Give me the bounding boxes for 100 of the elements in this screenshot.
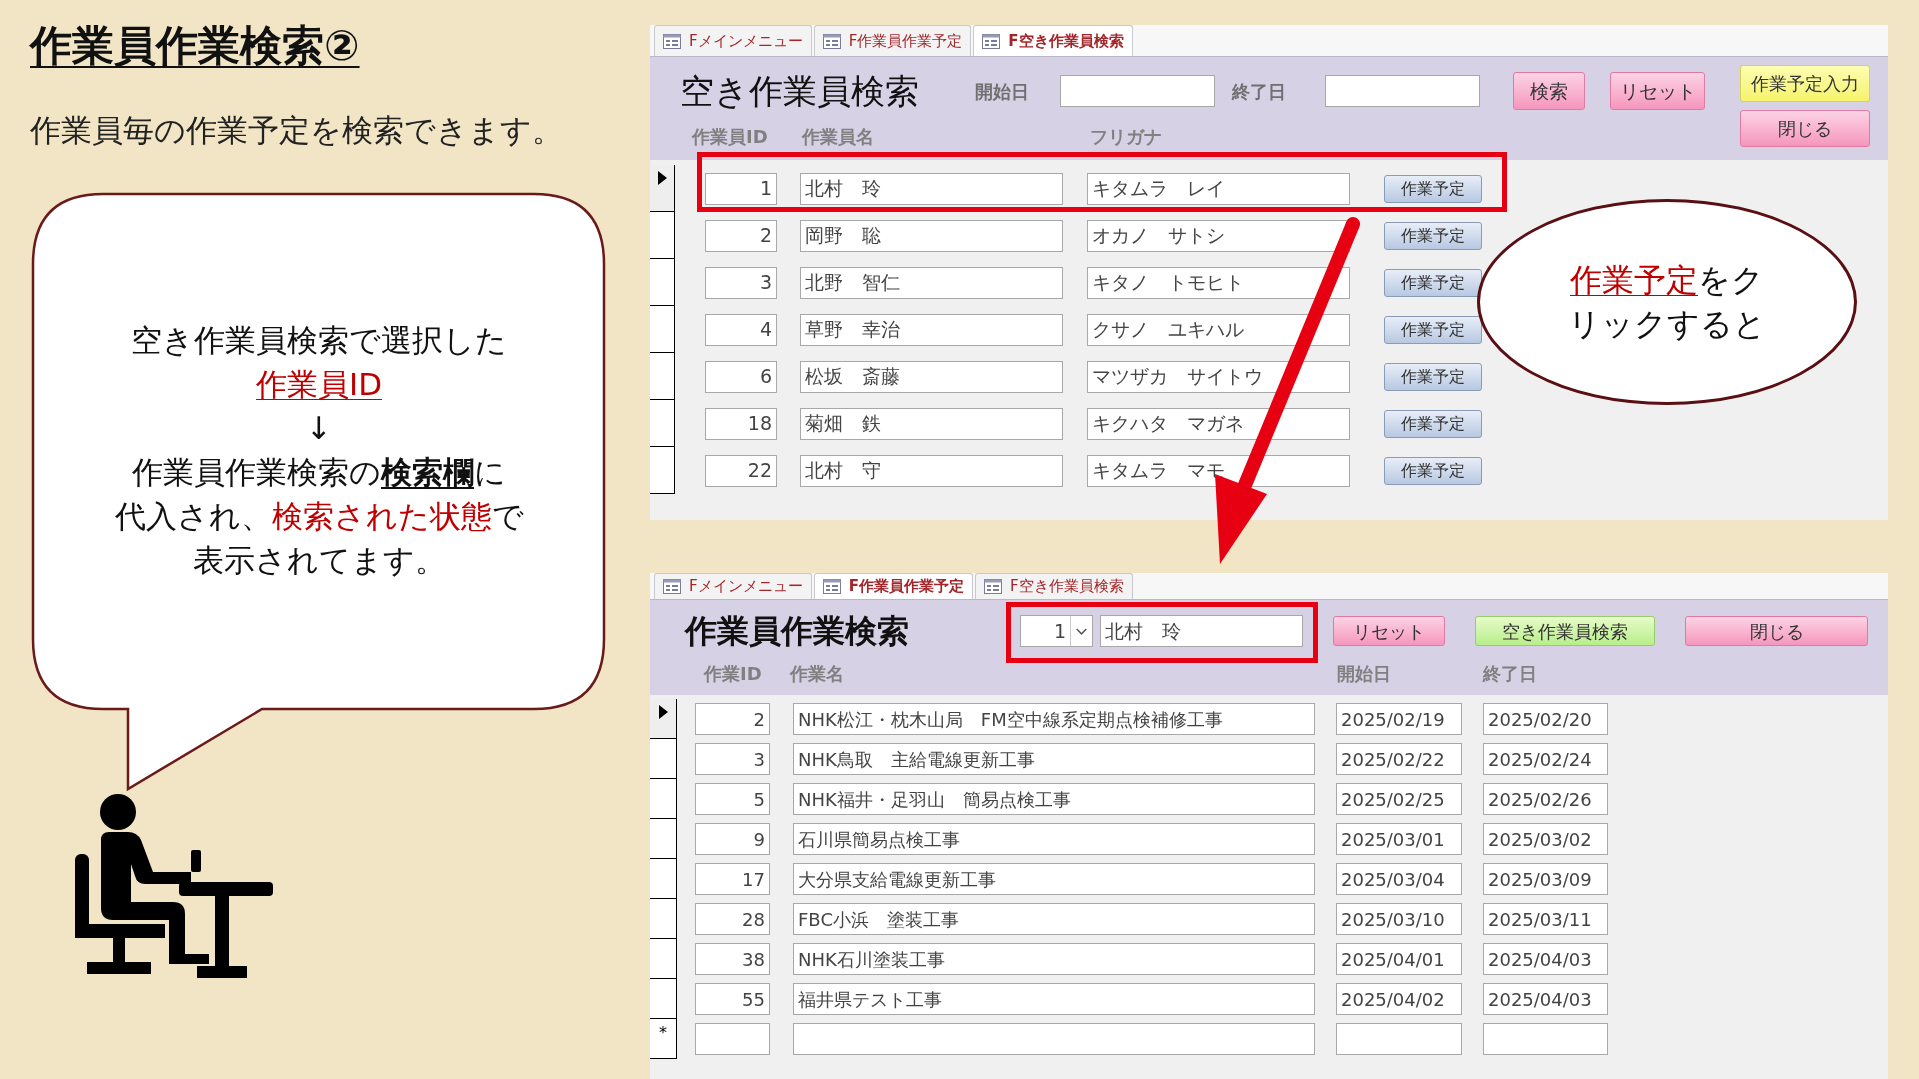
record-selector[interactable]	[650, 259, 675, 306]
record-selector[interactable]	[650, 165, 675, 212]
form-button[interactable]: 作業予定入力	[1740, 65, 1870, 102]
id-field[interactable]: 4	[705, 313, 777, 346]
date-field[interactable]: 2025/03/02	[1483, 823, 1608, 855]
id-field[interactable]: 2	[695, 703, 770, 735]
date-field[interactable]: 2025/02/20	[1483, 703, 1608, 735]
kana-field[interactable]: オカノ サトシ	[1087, 219, 1350, 252]
name-field[interactable]: 北村 玲	[800, 172, 1063, 205]
record-selector[interactable]	[650, 447, 675, 494]
document-tab[interactable]: F作業員作業予定	[813, 573, 973, 599]
record-selector[interactable]	[650, 400, 675, 447]
date-field[interactable]: 2025/02/24	[1483, 743, 1608, 775]
document-tab[interactable]: F作業員作業予定	[813, 25, 972, 56]
id-field[interactable]: 22	[705, 454, 777, 487]
id-field[interactable]: 1	[705, 172, 777, 205]
form-button[interactable]: 検索	[1513, 72, 1585, 110]
id-field[interactable]: 55	[695, 983, 770, 1015]
id-field[interactable]: 28	[695, 903, 770, 935]
worker-combo-box[interactable]: 1	[1020, 615, 1093, 647]
task-name-field[interactable]: NHK石川塗装工事	[793, 943, 1315, 975]
kana-field[interactable]: キタノ トモヒト	[1087, 266, 1350, 299]
record-selector[interactable]	[650, 939, 677, 979]
kana-field[interactable]: クサノ ユキハル	[1087, 313, 1350, 346]
form-button[interactable]: 空き作業員検索	[1475, 616, 1655, 646]
record-selector[interactable]	[650, 699, 677, 739]
date-field[interactable]: 2025/04/03	[1483, 943, 1608, 975]
task-name-field[interactable]: NHK鳥取 主給電線更新工事	[793, 743, 1315, 775]
form-icon	[822, 33, 841, 49]
task-name-field[interactable]: 石川県簡易点検工事	[793, 823, 1315, 855]
task-name-field[interactable]: NHK松江・枕木山局 FM空中線系定期点検補修工事	[793, 703, 1315, 735]
task-name-field[interactable]: 福井県テスト工事	[793, 983, 1315, 1015]
date-field[interactable]: 2025/02/19	[1336, 703, 1462, 735]
id-field[interactable]: 17	[695, 863, 770, 895]
name-field[interactable]: 松坂 斎藤	[800, 360, 1063, 393]
worker-name-field[interactable]: 北村 玲	[1100, 615, 1303, 647]
slide-subtitle: 作業員毎の作業予定を検索できます。	[30, 111, 563, 150]
name-field[interactable]: 北村 守	[800, 454, 1063, 487]
form-button[interactable]: リセット	[1610, 72, 1705, 110]
record-selector[interactable]	[650, 353, 675, 400]
task-name-field[interactable]	[793, 1023, 1315, 1055]
record-selector[interactable]: *	[650, 1019, 677, 1059]
id-field[interactable]: 6	[705, 360, 777, 393]
record-selector[interactable]	[650, 819, 677, 859]
record-selector[interactable]	[650, 306, 675, 353]
date-field[interactable]: 2025/03/04	[1336, 863, 1462, 895]
record-selector[interactable]	[650, 212, 675, 259]
document-tab[interactable]: F空き作業員検索	[973, 25, 1133, 56]
task-name-field[interactable]: NHK福井・足羽山 簡易点検工事	[793, 783, 1315, 815]
document-tab[interactable]: Fメインメニュー	[654, 573, 812, 599]
record-selector[interactable]	[650, 739, 677, 779]
id-field[interactable]: 5	[695, 783, 770, 815]
task-name-field[interactable]: 大分県支給電線更新工事	[793, 863, 1315, 895]
date-field[interactable]: 2025/02/25	[1336, 783, 1462, 815]
kana-field[interactable]: キタムラ レイ	[1087, 172, 1350, 205]
form-button[interactable]: 閉じる	[1685, 616, 1868, 646]
date-field[interactable]: 2025/03/01	[1336, 823, 1462, 855]
kana-field[interactable]: マツザカ サイトウ	[1087, 360, 1350, 393]
id-field[interactable]: 9	[695, 823, 770, 855]
id-field[interactable]: 2	[705, 219, 777, 252]
name-field[interactable]: 北野 智仁	[800, 266, 1063, 299]
schedule-button[interactable]: 作業予定	[1384, 409, 1482, 438]
name-field[interactable]: 岡野 聡	[800, 219, 1063, 252]
schedule-button[interactable]: 作業予定	[1384, 268, 1482, 297]
id-field[interactable]: 38	[695, 943, 770, 975]
date-field[interactable]: 2025/02/22	[1336, 743, 1462, 775]
id-field[interactable]: 3	[705, 266, 777, 299]
id-field[interactable]	[695, 1023, 770, 1055]
column-header: 作業員ID	[692, 124, 769, 149]
column-header: 作業名	[790, 662, 845, 686]
date-field[interactable]	[1060, 75, 1215, 107]
schedule-button[interactable]: 作業予定	[1384, 456, 1482, 485]
schedule-button[interactable]: 作業予定	[1384, 362, 1482, 391]
form-button[interactable]: リセット	[1333, 616, 1445, 646]
record-selector[interactable]	[650, 979, 677, 1019]
record-selector[interactable]	[650, 779, 677, 819]
document-tab[interactable]: F空き作業員検索	[974, 573, 1133, 599]
date-field[interactable]: 2025/03/09	[1483, 863, 1608, 895]
date-field[interactable]: 2025/04/03	[1483, 983, 1608, 1015]
document-tab[interactable]: Fメインメニュー	[654, 25, 812, 56]
date-field[interactable]: 2025/03/10	[1336, 903, 1462, 935]
id-field[interactable]: 3	[695, 743, 770, 775]
date-field[interactable]: 2025/02/26	[1483, 783, 1608, 815]
date-field[interactable]	[1483, 1023, 1608, 1055]
id-field[interactable]: 18	[705, 407, 777, 440]
date-field[interactable]	[1336, 1023, 1462, 1055]
date-field[interactable]: 2025/03/11	[1483, 903, 1608, 935]
task-name-field[interactable]: FBC小浜 塗装工事	[793, 903, 1315, 935]
record-selector[interactable]	[650, 859, 677, 899]
name-field[interactable]: 菊畑 鉄	[800, 407, 1063, 440]
schedule-button[interactable]: 作業予定	[1384, 221, 1482, 250]
date-field[interactable]: 2025/04/02	[1336, 983, 1462, 1015]
kana-field[interactable]: キクハタ マガネ	[1087, 407, 1350, 440]
form-button[interactable]: 閉じる	[1740, 110, 1870, 147]
record-selector[interactable]	[650, 899, 677, 939]
date-field[interactable]: 2025/04/01	[1336, 943, 1462, 975]
schedule-button[interactable]: 作業予定	[1384, 174, 1482, 203]
schedule-button[interactable]: 作業予定	[1384, 315, 1482, 344]
date-field[interactable]	[1325, 75, 1480, 107]
name-field[interactable]: 草野 幸治	[800, 313, 1063, 346]
